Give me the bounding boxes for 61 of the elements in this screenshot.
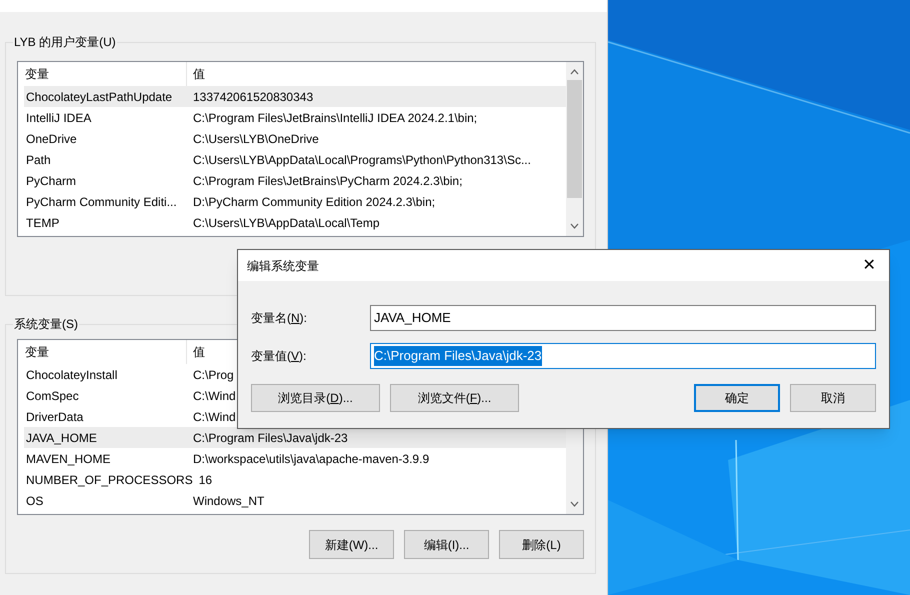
group-title: 系统变量(S) xyxy=(13,316,79,332)
input-field[interactable]: JAVA_HOME xyxy=(370,305,876,331)
table-row[interactable]: NUMBER_OF_PROCESSORS 16 xyxy=(24,469,566,490)
table-cell-text: C:\Users\LYB\AppData\Local\Temp xyxy=(193,214,380,232)
table-row[interactable]: IntelliJ IDEA C:\Program Files\JetBrains\IntelliJ IDEA 2024.2.1\bin; xyxy=(24,107,566,128)
table-cell-text: C:\Wind xyxy=(193,388,236,404)
table-row[interactable]: PyCharm C:\Program Files\JetBrains\PyCharm 2024.2.3\bin; xyxy=(24,170,566,191)
field-label: 变量名(N): xyxy=(251,310,308,327)
table-cell-text: C:\Users\LYB\OneDrive xyxy=(193,130,319,148)
table-cell-text: C:\Wind xyxy=(193,408,236,426)
table-cell-text: MAVEN_HOME xyxy=(25,450,112,468)
table-cell-text: PyCharm xyxy=(25,172,78,190)
table-cell-text: OS xyxy=(25,492,44,510)
dialog-title: 编辑系统变量 xyxy=(247,258,319,274)
table-cell-text: C:\Prog xyxy=(193,366,234,384)
table-cell-text: NUMBER_OF_PROCESSORS xyxy=(25,472,194,488)
table-cell-text: ComSpec xyxy=(25,388,80,404)
table-cell-text: Path xyxy=(25,152,52,168)
table-cell-text: ChocolateyLastPathUpdate xyxy=(25,88,174,106)
scroll-down-icon[interactable] xyxy=(570,223,579,229)
scroll-down-icon[interactable] xyxy=(570,501,579,507)
table-cell-text: D:\PyCharm Community Edition 2024.2.3\bin; xyxy=(193,194,436,210)
scroll-up-icon[interactable] xyxy=(570,69,579,75)
table-cell-text: C:\Users\LYB\AppData\Local\Programs\Python\Python313\Sc... xyxy=(193,152,531,168)
table-cell-text: DriverData xyxy=(25,408,84,426)
group-title: LYB 的用户变量(U) xyxy=(13,34,117,50)
field-label: 变量值(V): xyxy=(251,348,308,365)
table-cell-text: Windows_NT xyxy=(193,492,264,510)
action-button[interactable]: 删除(L) xyxy=(499,530,584,559)
table-cell-text: IntelliJ IDEA xyxy=(25,110,92,126)
table-cell-text: 133742061520830343 xyxy=(193,88,314,106)
table-cell-text: OneDrive xyxy=(25,130,78,148)
column-header[interactable]: 值 xyxy=(187,62,566,86)
browse-button[interactable]: 浏览目录(D)... xyxy=(251,384,380,412)
table-cell-text: C:\Program Files\JetBrains\PyCharm 2024.2.3\bin; xyxy=(193,172,462,190)
table-cell-text: TEMP xyxy=(25,214,60,232)
close-button[interactable]: ✕ xyxy=(857,254,881,278)
dialog-button[interactable]: 取消 xyxy=(790,384,876,412)
table-row[interactable]: OS Windows_NT xyxy=(24,490,566,511)
action-button[interactable]: 新建(W)... xyxy=(309,530,394,559)
column-header[interactable]: 变量 xyxy=(18,340,187,364)
table-row[interactable]: Path C:\Users\LYB\AppData\Local\Programs\Python\Python313\Sc... xyxy=(24,149,566,170)
table-row[interactable]: OneDrive C:\Users\LYB\OneDrive xyxy=(24,128,566,149)
browse-button[interactable]: 浏览文件(F)... xyxy=(390,384,519,412)
scrollbar-thumb[interactable] xyxy=(567,80,582,198)
scrollbar[interactable] xyxy=(566,62,583,236)
table-cell-text: 16 xyxy=(198,472,212,488)
action-button[interactable]: 编辑(I)... xyxy=(404,530,489,559)
input-field[interactable]: C:\Program Files\Java\jdk-23 xyxy=(370,343,876,369)
table-cell-text: JAVA_HOME xyxy=(25,430,98,446)
table-row[interactable]: JAVA_HOME C:\Program Files\Java\jdk-23 xyxy=(24,427,566,448)
table-row[interactable]: MAVEN_HOME D:\workspace\utils\java\apache-maven-3.9.9 xyxy=(24,448,566,469)
table-row[interactable]: TEMP C:\Users\LYB\AppData\Local\Temp xyxy=(24,212,566,233)
table-cell-text: D:\workspace\utils\java\apache-maven-3.9.9 xyxy=(193,450,430,468)
table-row[interactable]: PyCharm Community Editi... D:\PyCharm Community Edition 2024.2.3\bin; xyxy=(24,191,566,212)
table-row[interactable]: ChocolateyLastPathUpdate 133742061520830343 xyxy=(24,86,566,107)
table-cell-text: PyCharm Community Editi... xyxy=(25,194,178,210)
table-cell-text: C:\Program Files\Java\jdk-23 xyxy=(193,430,348,446)
dialog-button[interactable]: 确定 xyxy=(694,384,780,412)
table-cell-text: C:\Program Files\JetBrains\IntelliJ IDEA 2024.2.1\bin; xyxy=(193,110,478,126)
table-cell-text: ChocolateyInstall xyxy=(25,366,118,384)
